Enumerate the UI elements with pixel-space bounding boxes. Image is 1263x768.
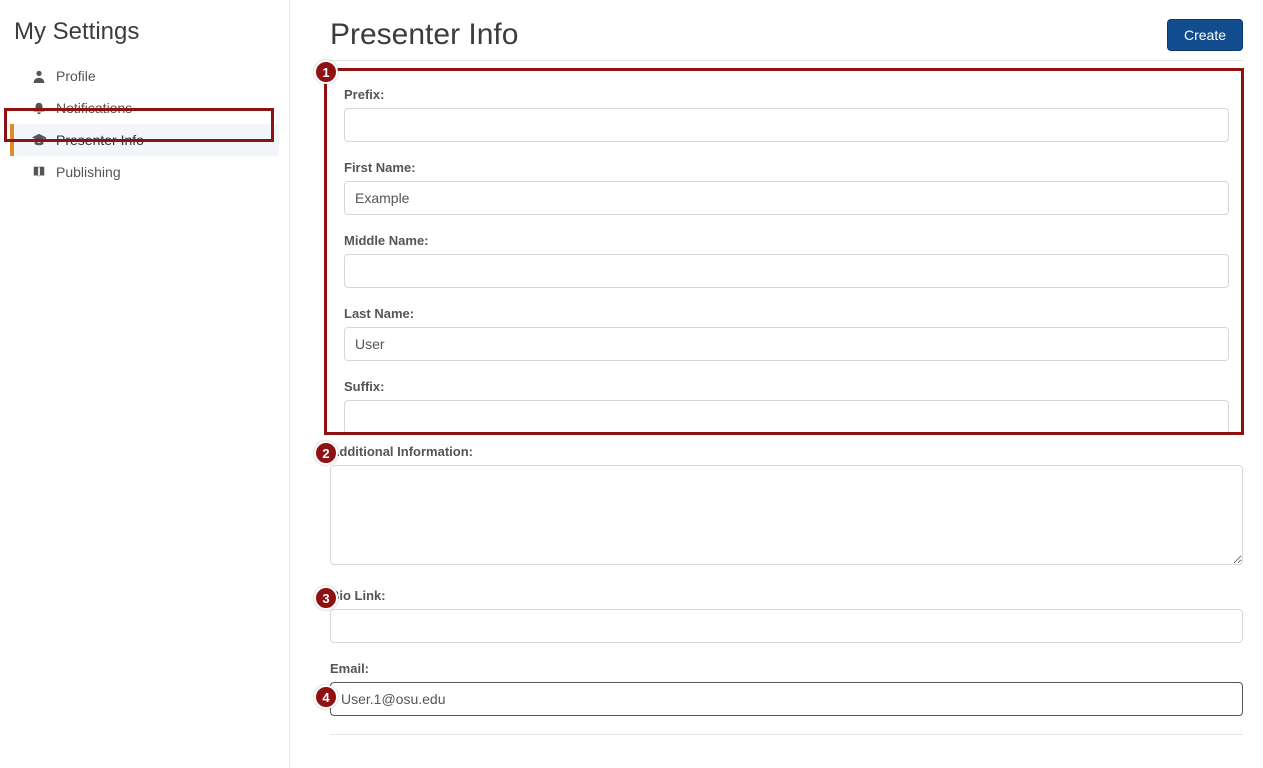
create-button[interactable]: Create (1167, 19, 1243, 51)
page-title: Presenter Info (330, 18, 518, 52)
field-middle-name: Middle Name: (344, 233, 1229, 288)
main: Presenter Info Create Prefix: First Name… (290, 0, 1263, 768)
input-email[interactable] (330, 682, 1243, 716)
field-first-name: First Name: (344, 160, 1229, 215)
bell-icon (32, 101, 46, 115)
sidebar-item-label: Publishing (56, 164, 121, 180)
input-prefix[interactable] (344, 108, 1229, 142)
grad-cap-icon (32, 133, 46, 147)
input-bio-link[interactable] (330, 609, 1243, 643)
label-additional-info: Additional Information: (330, 444, 1243, 459)
field-prefix: Prefix: (344, 87, 1229, 142)
sidebar-item-presenter-info[interactable]: Presenter Info (10, 124, 279, 156)
input-first-name[interactable] (344, 181, 1229, 215)
input-last-name[interactable] (344, 327, 1229, 361)
label-first-name: First Name: (344, 160, 1229, 175)
label-email: Email: (330, 661, 1243, 676)
sidebar-item-profile[interactable]: Profile (10, 60, 279, 92)
input-middle-name[interactable] (344, 254, 1229, 288)
field-last-name: Last Name: (344, 306, 1229, 361)
sidebar-item-label: Profile (56, 68, 96, 84)
sidebar: My Settings Profile Notifications Presen… (0, 0, 290, 768)
main-header: Presenter Info Create (330, 18, 1243, 52)
book-icon (32, 165, 46, 179)
sidebar-item-label: Presenter Info (56, 132, 144, 148)
label-prefix: Prefix: (344, 87, 1229, 102)
label-middle-name: Middle Name: (344, 233, 1229, 248)
field-suffix: Suffix: (344, 379, 1229, 434)
label-last-name: Last Name: (344, 306, 1229, 321)
input-additional-info[interactable] (330, 465, 1243, 565)
label-suffix: Suffix: (344, 379, 1229, 394)
sidebar-item-notifications[interactable]: Notifications (10, 92, 279, 124)
person-icon (32, 69, 46, 83)
input-suffix[interactable] (344, 400, 1229, 434)
divider (330, 60, 1243, 61)
sidebar-item-label: Notifications (56, 100, 132, 116)
presenter-form: Prefix: First Name: Middle Name: Last Na… (330, 69, 1243, 716)
bottom-divider (330, 734, 1243, 735)
label-bio-link: Bio Link: (330, 588, 1243, 603)
sidebar-list: Profile Notifications Presenter Info Pub… (10, 60, 279, 188)
field-additional-info: Additional Information: (330, 444, 1243, 570)
field-bio-link: Bio Link: (330, 588, 1243, 643)
sidebar-item-publishing[interactable]: Publishing (10, 156, 279, 188)
field-email: Email: (330, 661, 1243, 716)
sidebar-title: My Settings (14, 18, 279, 46)
